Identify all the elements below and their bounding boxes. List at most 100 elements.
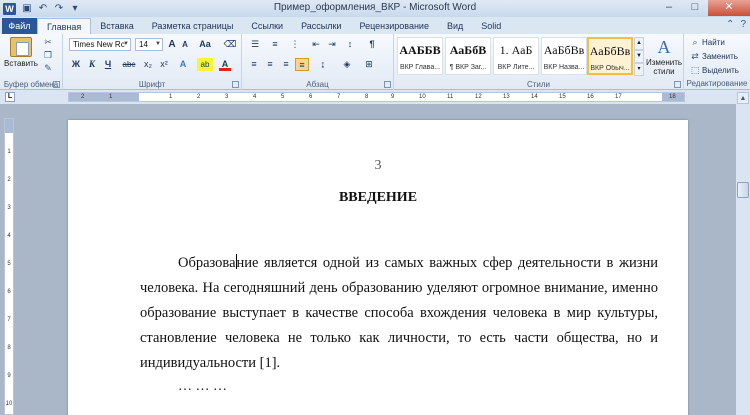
numbering-icon[interactable]: ≡	[268, 38, 282, 51]
ruler-area: L 2 1 1 2 3 4 5 6 7 8 9 10 11 12 13 14 1…	[0, 90, 750, 104]
word-logo-icon[interactable]: W	[3, 2, 16, 15]
justify-icon[interactable]: ≡	[295, 58, 309, 71]
body-paragraph[interactable]: Образование является одной из самых важн…	[140, 251, 658, 376]
style-tile[interactable]: АаБбВ ¶ ВКР Заг...	[445, 37, 491, 75]
tab-solid[interactable]: Solid	[472, 18, 510, 34]
ruler-tick: 7	[337, 94, 341, 100]
copy-icon[interactable]: ❐	[42, 50, 54, 61]
gallery-up-icon[interactable]: ▲	[634, 37, 644, 50]
font-color-icon[interactable]: A	[219, 58, 231, 71]
font-size-select[interactable]: 14 ▼	[135, 38, 163, 51]
paste-button[interactable]: Вставить	[3, 36, 39, 78]
minimize-ribbon-icon[interactable]: ⌃	[726, 19, 734, 30]
undo-icon[interactable]: ↶	[36, 2, 50, 15]
bullets-icon[interactable]: ☰	[248, 38, 262, 51]
tab-selector-icon[interactable]: L	[5, 92, 15, 102]
font-name-select[interactable]: Times New Rc ▼	[69, 38, 131, 51]
strikethrough-button[interactable]: abc	[121, 58, 137, 71]
vruler-tick: 7	[7, 317, 11, 323]
font-group-label: Шрифт	[138, 80, 166, 89]
tab-insert[interactable]: Вставка	[91, 18, 142, 34]
cut-icon[interactable]: ✂	[42, 37, 54, 48]
scroll-thumb[interactable]	[737, 182, 749, 198]
clear-formatting-icon[interactable]: ⌫	[223, 38, 237, 51]
tab-file[interactable]: Файл	[2, 18, 37, 34]
tab-view[interactable]: Вид	[438, 18, 472, 34]
text-effects-icon[interactable]: A	[177, 58, 189, 71]
customize-icon[interactable]: ▾	[68, 2, 82, 15]
change-styles-icon: A	[657, 37, 671, 57]
paragraph-launcher-icon[interactable]	[384, 81, 391, 88]
ruler-tick: 9	[391, 94, 395, 100]
maximize-icon[interactable]: □	[682, 0, 708, 16]
multilevel-list-icon[interactable]: ⋮	[288, 38, 302, 51]
change-case-icon[interactable]: Aa	[197, 38, 213, 51]
section-heading: ВВЕДЕНИЕ	[338, 190, 418, 205]
select-icon: ⬚	[690, 65, 700, 75]
styles-launcher-icon[interactable]	[674, 81, 681, 88]
select-button[interactable]: ⬚ Выделить	[690, 65, 739, 76]
tab-home[interactable]: Главная	[37, 18, 92, 34]
close-icon[interactable]: ✕	[708, 0, 750, 16]
window-title: Пример_оформления_ВКР - Microsoft Word	[273, 2, 477, 13]
style-tile[interactable]: АаБбВв ВКР Назва...	[541, 37, 587, 75]
replace-label: Заменить	[702, 52, 738, 61]
superscript-button[interactable]: x²	[157, 58, 171, 71]
line-spacing-icon[interactable]: ↨	[316, 58, 330, 71]
ruler-tick: 12	[475, 94, 482, 100]
gallery-more-icon[interactable]: ▾	[634, 63, 644, 76]
style-tile[interactable]: 1. АаБ ВКР Лите...	[493, 37, 539, 75]
italic-button[interactable]: К	[86, 58, 98, 71]
shrink-font-icon[interactable]: A	[179, 38, 191, 51]
help-icon[interactable]: ?	[740, 19, 746, 30]
vertical-scrollbar[interactable]: ▲	[736, 90, 750, 415]
find-button[interactable]: ⌕ Найти	[690, 37, 724, 48]
tab-review[interactable]: Рецензирование	[350, 18, 438, 34]
text-after-caret: ние является одной из самых важных сфер …	[140, 255, 658, 371]
minimize-icon[interactable]: –	[656, 0, 682, 16]
tab-page-layout[interactable]: Разметка страницы	[143, 18, 243, 34]
font-launcher-icon[interactable]	[232, 81, 239, 88]
highlight-icon[interactable]: ab	[197, 58, 213, 71]
underline-button[interactable]: Ч	[102, 58, 114, 71]
tab-references[interactable]: Ссылки	[242, 18, 292, 34]
grow-font-icon[interactable]: A	[166, 38, 178, 51]
ruler-tick: 2	[81, 94, 85, 100]
sort-icon[interactable]: ↕	[344, 38, 356, 51]
align-center-icon[interactable]: ≡	[264, 58, 276, 71]
vertical-ruler[interactable]: 1 2 3 4 5 6 7 8 9 10	[4, 118, 14, 415]
scroll-up-icon[interactable]: ▲	[737, 92, 749, 104]
bold-button[interactable]: Ж	[70, 58, 82, 71]
borders-icon[interactable]: ⊞	[362, 58, 376, 71]
ruler-tick: 6	[309, 94, 313, 100]
style-tile-selected[interactable]: АаБбВв ВКР Обыч...	[587, 37, 633, 75]
style-sample: ААББВ	[399, 43, 441, 57]
save-icon[interactable]: ▣	[20, 2, 34, 15]
pilcrow-icon[interactable]: ¶	[366, 38, 378, 51]
style-sample: АаБбВв	[589, 44, 631, 58]
align-left-icon[interactable]: ≡	[248, 58, 260, 71]
ruler-tick: 11	[447, 94, 454, 100]
tab-mailings[interactable]: Рассылки	[292, 18, 350, 34]
gallery-down-icon[interactable]: ▼	[634, 50, 644, 63]
style-name: ВКР Назва...	[543, 64, 585, 71]
subscript-button[interactable]: x₂	[141, 58, 155, 71]
horizontal-ruler[interactable]: 2 1 1 2 3 4 5 6 7 8 9 10 11 12 13 14 15 …	[68, 92, 685, 102]
ruler-tick: 10	[419, 94, 426, 100]
decrease-indent-icon[interactable]: ⇤	[310, 38, 322, 51]
format-painter-icon[interactable]: ✎	[42, 63, 54, 74]
vruler-tick: 9	[7, 373, 11, 379]
clipboard-launcher-icon[interactable]	[53, 81, 60, 88]
ruler-tick: 16	[587, 94, 594, 100]
shading-icon[interactable]: ◈	[340, 58, 354, 71]
style-tile[interactable]: ААББВ ВКР Глава...	[397, 37, 443, 75]
replace-button[interactable]: ⇄ Заменить	[690, 51, 738, 62]
increase-indent-icon[interactable]: ⇥	[326, 38, 338, 51]
align-right-icon[interactable]: ≡	[280, 58, 292, 71]
style-sample: 1. АаБ	[499, 43, 533, 57]
styles-group-label: Стили	[526, 80, 551, 89]
document-page[interactable]: 3 ВВЕДЕНИЕ Образование является одной из…	[68, 120, 688, 415]
font-name-value: Times New Rc	[73, 40, 125, 49]
change-styles-button[interactable]: A Изменить стили	[646, 37, 682, 76]
redo-icon[interactable]: ↷	[52, 2, 66, 15]
